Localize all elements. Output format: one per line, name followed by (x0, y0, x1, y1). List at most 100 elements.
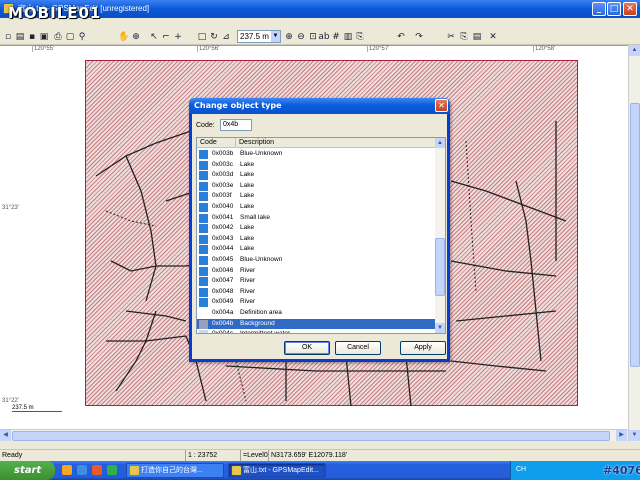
scroll-up-icon[interactable]: ▲ (629, 45, 640, 56)
list-item[interactable]: 0x003d Lake (197, 170, 435, 181)
list-item[interactable]: 0x003f Lake (197, 191, 435, 202)
scroll-up-icon[interactable]: ▲ (435, 138, 445, 148)
quicklaunch-icon[interactable] (107, 465, 117, 475)
cut-icon[interactable]: ✂ (445, 31, 457, 43)
minimize-button[interactable]: _ (592, 2, 606, 16)
zoom-in-icon[interactable]: ⊕ (283, 31, 295, 43)
save-icon[interactable]: ▪ (26, 31, 38, 43)
color-swatch (199, 266, 208, 276)
item-code: 0x0040 (212, 202, 234, 210)
item-code: 0x0047 (212, 277, 234, 285)
zoom-combo[interactable]: 237.5 m ▼ (237, 30, 281, 43)
list-scrollbar[interactable]: ▲ ▼ (435, 138, 445, 333)
zoom-out-icon[interactable]: ⊖ (295, 31, 307, 43)
edit-node-icon[interactable]: ⌐ (160, 31, 172, 43)
list-header: Code Description (197, 138, 435, 148)
zoom-icon[interactable]: ⊕ (130, 31, 142, 43)
scroll-right-icon[interactable]: ▶ (616, 430, 627, 441)
quicklaunch-icon[interactable] (77, 465, 87, 475)
list-item[interactable]: 0x0042 Lake (197, 223, 435, 234)
scroll-thumb[interactable] (12, 431, 610, 441)
ruler-label: 120°55' (32, 46, 55, 52)
scroll-thumb[interactable] (435, 238, 445, 296)
label-icon[interactable]: ab (318, 31, 330, 43)
print-preview-icon[interactable]: ▢ (64, 31, 76, 43)
new-icon[interactable]: ▫ (2, 31, 14, 43)
redo-icon[interactable]: ↷ (413, 31, 425, 43)
dialog-close-button[interactable]: ✕ (435, 99, 448, 112)
attach-icon[interactable]: ⎘ (354, 31, 366, 43)
change-object-type-dialog: Change object type ✕ Code: 0x4b Code Des… (189, 98, 450, 362)
select-icon[interactable]: ↖ (148, 31, 160, 43)
find-icon[interactable]: ⚲ (76, 31, 88, 43)
item-code: 0x003e (212, 181, 234, 189)
code-label: Code: (196, 122, 215, 129)
list-item[interactable]: 0x004c Intermittent water (197, 329, 435, 333)
list-item[interactable]: 0x0045 Blue-Unknown (197, 255, 435, 266)
item-code: 0x0043 (212, 234, 234, 242)
scroll-down-icon[interactable]: ▼ (435, 323, 445, 333)
paste-icon[interactable]: ▤ (471, 31, 483, 43)
language-indicator[interactable]: CH (516, 466, 526, 473)
list-item[interactable]: 0x0040 Lake (197, 202, 435, 213)
start-button[interactable]: start (0, 461, 55, 480)
list-item[interactable]: 0x004b Background (197, 318, 435, 330)
item-code: 0x0044 (212, 245, 234, 253)
copy-icon[interactable]: ⎘ (458, 31, 470, 43)
open-icon[interactable]: ▤ (14, 31, 26, 43)
horizontal-scrollbar[interactable]: ◀ ▶ (0, 429, 628, 441)
color-swatch (199, 224, 208, 234)
transform-icon[interactable]: ↻ (208, 31, 220, 43)
grid-icon[interactable]: # (330, 31, 342, 43)
list-item[interactable]: 0x0048 River (197, 287, 435, 298)
quicklaunch-icon[interactable] (92, 465, 102, 475)
list-item[interactable]: 0x0041 Small lake (197, 213, 435, 224)
color-swatch (199, 298, 208, 308)
item-description: Lake (240, 160, 255, 168)
dialog-title-bar[interactable]: Change object type ✕ (189, 98, 450, 114)
color-swatch (199, 234, 208, 244)
list-item[interactable]: 0x003c Lake (197, 160, 435, 171)
maximize-button[interactable]: □ (607, 2, 621, 16)
delete-icon[interactable]: ✕ (487, 31, 499, 43)
ruler-icon[interactable]: ▥ (342, 31, 354, 43)
create-object-icon[interactable]: □ (196, 31, 208, 43)
vertical-scrollbar[interactable]: ▲ ▼ (628, 45, 640, 442)
close-button[interactable]: ✕ (623, 2, 637, 16)
code-input[interactable]: 0x4b (220, 119, 252, 131)
scroll-thumb[interactable] (630, 103, 640, 367)
list-item[interactable]: 0x004a Definition area (197, 308, 435, 319)
item-description: Blue-Unknown (240, 255, 283, 263)
list-item[interactable]: 0x0044 Lake (197, 244, 435, 255)
add-node-icon[interactable]: + (172, 31, 184, 43)
chevron-down-icon[interactable]: ▼ (271, 31, 280, 42)
column-header-description[interactable]: Description (239, 139, 274, 146)
column-header-code[interactable]: Code (200, 139, 217, 146)
task-button[interactable]: 打造你自己的台灣... (126, 463, 224, 478)
list-item[interactable]: 0x003e Lake (197, 181, 435, 192)
list-item[interactable]: 0x0049 River (197, 297, 435, 308)
list-item[interactable]: 0x0046 River (197, 266, 435, 277)
side-label: 31°23' (2, 205, 19, 211)
item-code: 0x004b (212, 319, 234, 327)
cancel-button[interactable]: Cancel (335, 341, 381, 355)
list-item[interactable]: 0x003b Blue-Unknown (197, 149, 435, 160)
task-label: 打造你自己的台灣... (141, 467, 203, 474)
ok-button[interactable]: OK (284, 341, 330, 355)
list-item[interactable]: 0x0043 Lake (197, 234, 435, 245)
undo-icon[interactable]: ↶ (395, 31, 407, 43)
scroll-down-icon[interactable]: ▼ (629, 430, 640, 441)
quicklaunch-icon[interactable] (62, 465, 72, 475)
apply-button[interactable]: Apply (400, 341, 446, 355)
status-coords: N3173.659' E12079.118' (271, 452, 348, 459)
object-type-list[interactable]: Code Description 0x003b Blue-Unknown 0x003… (196, 137, 446, 334)
save-all-icon[interactable]: ▣ (38, 31, 50, 43)
ruler-label: 120°58' (533, 46, 556, 52)
list-item[interactable]: 0x0047 River (197, 276, 435, 287)
measure-icon[interactable]: ⊿ (220, 31, 232, 43)
print-icon[interactable]: ⎙ (52, 31, 64, 43)
item-code: 0x0049 (212, 298, 234, 306)
scroll-left-icon[interactable]: ◀ (0, 430, 11, 441)
hand-icon[interactable]: ✋ (118, 31, 130, 43)
task-button-active[interactable]: 富山.txt - GPSMapEdit... (228, 463, 326, 478)
